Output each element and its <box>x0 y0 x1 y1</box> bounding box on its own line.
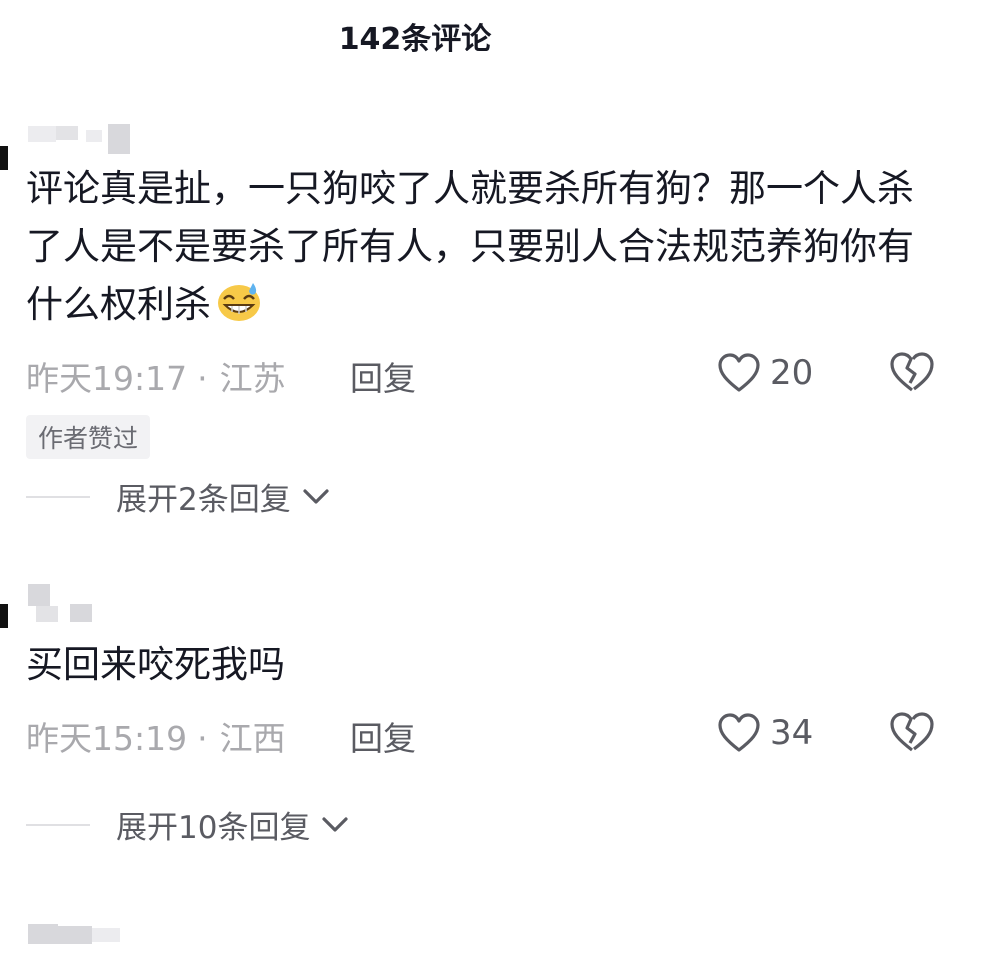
like-button[interactable]: 34 <box>716 712 813 754</box>
divider-line <box>26 495 90 498</box>
expand-replies-button[interactable]: 展开2条回复 <box>26 474 331 519</box>
comment-text: 评论真是扯，一只狗咬了人就要杀所有狗？那一个人杀了人是不是要杀了所有人，只要别人… <box>26 160 946 334</box>
like-button[interactable]: 20 <box>716 352 813 394</box>
comment-text-content: 评论真是扯，一只狗咬了人就要杀所有狗？那一个人杀了人是不是要杀了所有人，只要别人… <box>26 167 914 326</box>
comments-panel: 142条评论 评论真是扯，一只狗咬了人就要杀所有狗？那一个人杀了人是不是要杀了所… <box>0 0 1000 963</box>
username-mosaic[interactable] <box>28 124 138 156</box>
comment-time: 昨天19:17 <box>26 359 188 398</box>
comment-text-content: 买回来咬死我吗 <box>26 643 285 686</box>
comment-meta: 昨天15:19 · 江西 <box>26 712 286 760</box>
comment-meta: 昨天19:17 · 江苏 <box>26 352 286 400</box>
like-count: 34 <box>770 713 814 753</box>
comment-text: 买回来咬死我吗 <box>26 636 946 694</box>
username-mosaic[interactable] <box>28 584 98 622</box>
reply-button[interactable]: 回复 <box>350 712 416 760</box>
expand-replies-label: 展开10条回复 <box>116 810 311 846</box>
broken-heart-icon[interactable] <box>888 710 936 754</box>
comment-location: 江苏 <box>219 359 286 398</box>
comment-location: 江西 <box>219 719 286 758</box>
expand-replies-button[interactable]: 展开10条回复 <box>26 802 350 847</box>
chevron-down-icon <box>322 816 349 832</box>
grinning-sweat-emoji <box>218 283 260 321</box>
username-mosaic[interactable] <box>28 924 128 956</box>
heart-outline-icon <box>718 713 760 752</box>
broken-heart-icon[interactable] <box>888 350 936 394</box>
edge-marker <box>0 146 8 170</box>
reply-button[interactable]: 回复 <box>350 352 416 400</box>
meta-separator: · <box>197 719 208 758</box>
comment-time: 昨天15:19 <box>26 719 188 758</box>
edge-marker <box>0 604 8 628</box>
chevron-down-icon <box>303 488 329 504</box>
divider-line <box>26 823 90 826</box>
author-liked-badge: 作者赞过 <box>26 415 151 459</box>
meta-separator: · <box>197 359 208 398</box>
like-count: 20 <box>770 353 814 393</box>
comment-count-title: 142条评论 <box>338 22 492 57</box>
expand-replies-label: 展开2条回复 <box>116 482 291 518</box>
heart-outline-icon <box>718 353 760 392</box>
